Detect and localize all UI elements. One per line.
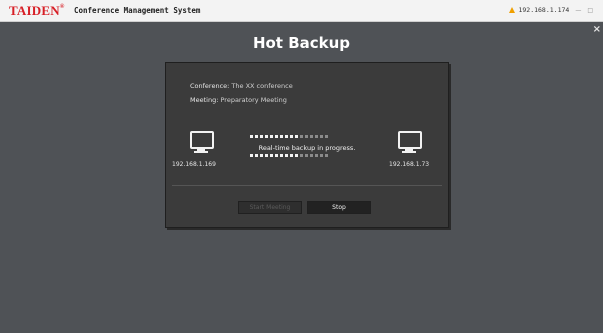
progress-dot [285,135,288,138]
progress-dot [275,135,278,138]
progress-dot [265,154,268,157]
hot-backup-dialog: Conference: The XX conference Meeting: P… [165,62,449,228]
divider [172,185,442,186]
progress-dot [275,154,278,157]
title-bar: TAIDEN® Conference Management System 192… [0,0,603,22]
progress-dot [250,154,253,157]
progress-dot [300,154,303,157]
maximize-button[interactable]: □ [587,7,593,14]
progress-dot [295,154,298,157]
app-title: Conference Management System [74,6,201,15]
conference-info: Conference: The XX conference [190,82,293,90]
brand-name: TAIDEN [9,3,60,18]
progress-dot [280,135,283,138]
stop-button[interactable]: Stop [307,201,371,214]
progress-dot [315,154,318,157]
progress-dot [290,154,293,157]
warning-icon [509,7,516,13]
progress-dot [320,154,323,157]
progress-dot [255,135,258,138]
monitor-icon [396,129,422,155]
progress-dot [300,135,303,138]
server-ip: 192.168.1.174 [518,6,570,14]
source-ip: 192.168.1.169 [172,161,216,168]
progress-dot [260,154,263,157]
minimize-button[interactable]: — [575,7,581,14]
progress-dot [310,154,313,157]
progress-dot [325,154,328,157]
progress-dot [260,135,263,138]
progress-dot [270,135,273,138]
close-icon[interactable]: × [593,24,601,35]
brand-logo: TAIDEN® [9,3,65,19]
progress-status: Real-time backup in progress. [258,144,356,152]
target-ip: 192.168.1.73 [389,161,430,168]
progress-dot [250,135,253,138]
progress-dot [280,154,283,157]
conference-value: The XX conference [231,82,293,90]
progress-dot [305,135,308,138]
connection-status: 192.168.1.174 — □ [509,6,593,14]
progress-dot [285,154,288,157]
progress-dot [265,135,268,138]
start-meeting-button[interactable]: Start Meeting [238,201,302,214]
progress-dots-top [250,135,328,138]
brand-mark: ® [59,4,65,10]
conference-label: Conference: [190,82,230,90]
progress-dot [270,154,273,157]
progress-dot [295,135,298,138]
progress-dot [315,135,318,138]
page-title: Hot Backup [252,34,351,52]
progress-dot [320,135,323,138]
progress-dot [290,135,293,138]
meeting-info: Meeting: Preparatory Meeting [190,96,287,104]
monitor-icon [188,129,214,155]
meeting-label: Meeting: [190,96,219,104]
progress-dot [310,135,313,138]
progress-dot [325,135,328,138]
progress-dot [305,154,308,157]
meeting-value: Preparatory Meeting [220,96,287,104]
progress-dot [255,154,258,157]
progress-dots-bottom [250,154,328,157]
